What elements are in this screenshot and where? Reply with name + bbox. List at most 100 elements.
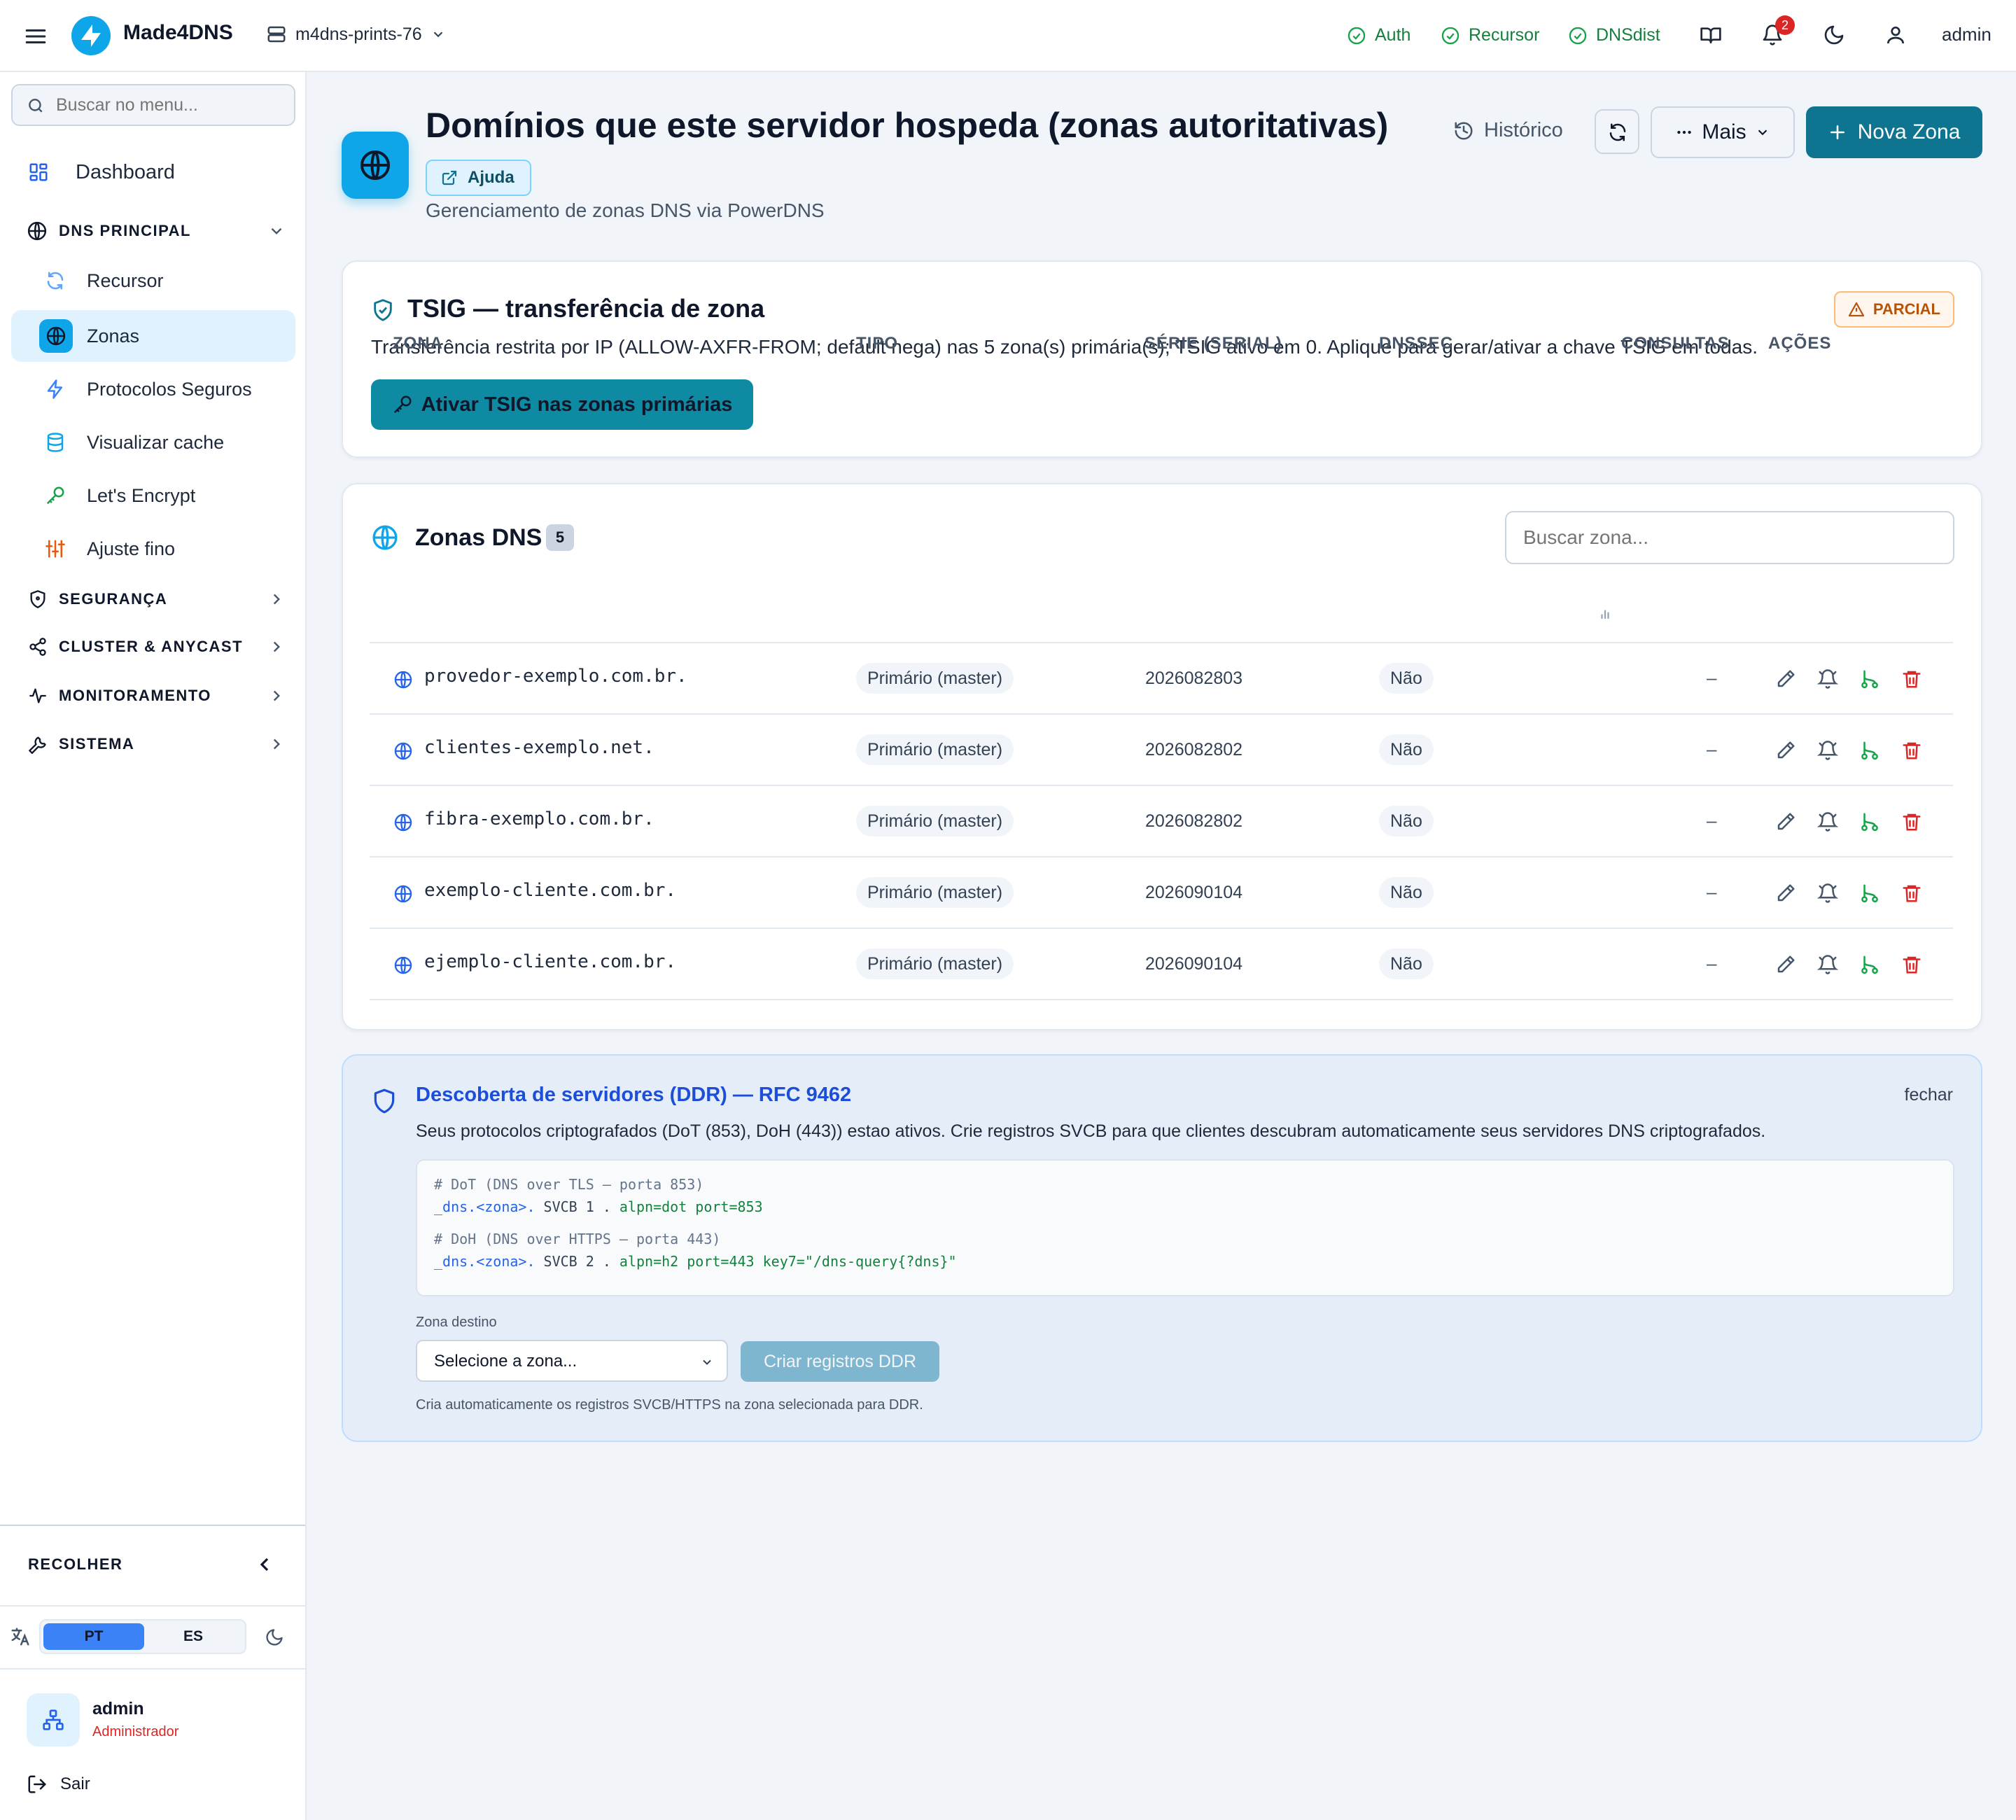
sidebar-item-zonas[interactable]: Zonas <box>11 310 295 362</box>
moon-icon[interactable] <box>1823 24 1845 46</box>
sidebar-item-ajuste-fino[interactable]: Ajuste fino <box>11 523 295 575</box>
create-ddr-button[interactable]: Criar registros DDR <box>741 1341 939 1382</box>
trash-icon[interactable] <box>1901 883 1922 904</box>
refresh-button[interactable] <box>1595 109 1639 154</box>
sidebar-item-visualizar-cache[interactable]: Visualizar cache <box>11 416 295 468</box>
top-bar: Made4DNS m4dns-prints-76 Auth Recursor D… <box>0 0 2016 72</box>
table-row[interactable]: exemplo-cliente.com.br. Primário (master… <box>370 858 1953 929</box>
brand-name[interactable]: Made4DNS <box>123 21 233 45</box>
zone-select-value: Selecione a zona... <box>434 1352 578 1371</box>
menu-search-input[interactable] <box>56 94 280 116</box>
divider <box>0 1605 305 1606</box>
chevron-left-icon[interactable] <box>253 1553 276 1576</box>
sidebar-item-recursor[interactable]: Recursor <box>11 255 295 307</box>
edit-icon[interactable] <box>1775 811 1796 832</box>
server-selector[interactable]: m4dns-prints-76 <box>266 24 446 45</box>
route-icon[interactable] <box>1859 883 1880 904</box>
section-monitoramento[interactable]: MONITORAMENTO <box>27 682 286 710</box>
route-icon[interactable] <box>1859 740 1880 761</box>
lang-pt-button[interactable]: PT <box>43 1623 144 1650</box>
section-dns-principal[interactable]: DNS PRINCIPAL <box>27 217 286 245</box>
collapse-label[interactable]: RECOLHER <box>28 1555 122 1574</box>
table-row[interactable]: fibra-exemplo.com.br. Primário (master) … <box>370 786 1953 858</box>
history-label: Histórico <box>1484 119 1563 141</box>
trash-icon[interactable] <box>1901 811 1922 832</box>
col-header-dnssec[interactable]: DNSSEC <box>1379 334 1453 354</box>
moon-icon[interactable] <box>265 1628 284 1647</box>
edit-icon[interactable] <box>1775 883 1796 904</box>
zone-serial: 2026082803 <box>1145 668 1243 688</box>
zone-name[interactable]: clientes-exemplo.net. <box>424 737 654 758</box>
zone-name[interactable]: exemplo-cliente.com.br. <box>424 880 676 901</box>
col-header-consultas[interactable]: CONSULTAS <box>1621 334 1730 354</box>
user-icon[interactable] <box>1884 24 1907 46</box>
col-header-serie[interactable]: SÉRIE (SERIAL) <box>1144 334 1282 354</box>
status-recursor[interactable]: Recursor <box>1441 25 1539 46</box>
zone-name[interactable]: fibra-exemplo.com.br. <box>424 808 654 830</box>
chevron-down-icon <box>433 31 442 38</box>
page-icon <box>342 132 409 199</box>
trash-icon[interactable] <box>1901 954 1922 975</box>
zone-select[interactable]: Selecione a zona... <box>416 1340 728 1382</box>
logout-icon <box>28 1775 47 1793</box>
route-icon[interactable] <box>1859 811 1880 832</box>
status-auth[interactable]: Auth <box>1347 25 1410 46</box>
database-icon <box>47 433 64 452</box>
zone-name[interactable]: ejemplo-cliente.com.br. <box>424 951 676 972</box>
sidebar-item-protocolos-seguros[interactable]: Protocolos Seguros <box>11 363 295 415</box>
ddr-close-link[interactable]: fechar <box>1905 1085 1953 1105</box>
col-header-tipo[interactable]: TIPO <box>856 334 898 354</box>
shield-icon <box>30 590 46 608</box>
logout-button[interactable]: Sair <box>27 1774 90 1795</box>
bell-icon[interactable] <box>1817 740 1838 761</box>
route-icon[interactable] <box>1859 954 1880 975</box>
sidebar-item-lets-encrypt[interactable]: Let's Encrypt <box>11 470 295 522</box>
trash-icon[interactable] <box>1901 740 1922 761</box>
more-button[interactable]: Mais <box>1651 106 1795 158</box>
col-header-zona[interactable]: ZONA <box>393 334 443 354</box>
sitemap-icon <box>43 1709 64 1730</box>
bell-icon[interactable] <box>1817 883 1838 904</box>
zone-search-input[interactable] <box>1505 511 1954 564</box>
lang-es-button[interactable]: ES <box>144 1623 242 1650</box>
history-icon <box>1455 121 1473 139</box>
edit-icon[interactable] <box>1775 740 1796 761</box>
ellipsis-icon <box>1677 130 1692 134</box>
activate-tsig-button[interactable]: Ativar TSIG nas zonas primárias <box>371 379 753 430</box>
book-icon[interactable] <box>1700 24 1722 46</box>
dnssec-badge: Não <box>1379 806 1434 836</box>
table-row[interactable]: ejemplo-cliente.com.br. Primário (master… <box>370 929 1953 1000</box>
section-sistema[interactable]: SISTEMA <box>27 730 286 758</box>
table-row[interactable]: provedor-exemplo.com.br. Primário (maste… <box>370 643 1953 715</box>
dnssec-badge: Não <box>1379 663 1434 694</box>
globe-icon <box>46 326 66 346</box>
bell-icon[interactable] <box>1817 811 1838 832</box>
user-name[interactable]: admin <box>1942 24 1991 46</box>
ddr-code-block: # DoT (DNS over TLS — porta 853) _dns.<z… <box>416 1159 1954 1296</box>
edit-icon[interactable] <box>1775 668 1796 690</box>
status-dnsdist[interactable]: DNSdist <box>1568 25 1660 46</box>
history-button[interactable]: Histórico <box>1453 119 1563 142</box>
chevron-right-icon <box>273 738 280 750</box>
table-row[interactable]: clientes-exemplo.net. Primário (master) … <box>370 715 1953 786</box>
sidebar: Dashboard DNS PRINCIPAL Recursor Zonas P… <box>0 72 307 1820</box>
globe-icon <box>394 813 412 832</box>
sidebar-item-label: Dashboard <box>76 160 175 183</box>
help-button[interactable]: Ajuda <box>426 160 531 196</box>
sidebar-item-dashboard[interactable]: Dashboard <box>11 146 295 198</box>
zone-name[interactable]: provedor-exemplo.com.br. <box>424 666 687 687</box>
new-zone-button[interactable]: Nova Zona <box>1806 106 1982 158</box>
menu-search-box[interactable] <box>11 84 295 126</box>
bell-icon[interactable] <box>1817 668 1838 690</box>
edit-icon[interactable] <box>1775 954 1796 975</box>
globe-icon <box>372 525 398 550</box>
globe-icon <box>394 956 412 974</box>
bell-icon[interactable] <box>1817 954 1838 975</box>
menu-icon[interactable] <box>24 24 48 48</box>
trash-icon[interactable] <box>1901 668 1922 690</box>
section-cluster-anycast[interactable]: CLUSTER & ANYCAST <box>27 633 286 661</box>
divider <box>0 1668 305 1670</box>
route-icon[interactable] <box>1859 668 1880 690</box>
status-auth-label: Auth <box>1375 25 1411 45</box>
section-seguranca[interactable]: SEGURANÇA <box>27 585 286 613</box>
